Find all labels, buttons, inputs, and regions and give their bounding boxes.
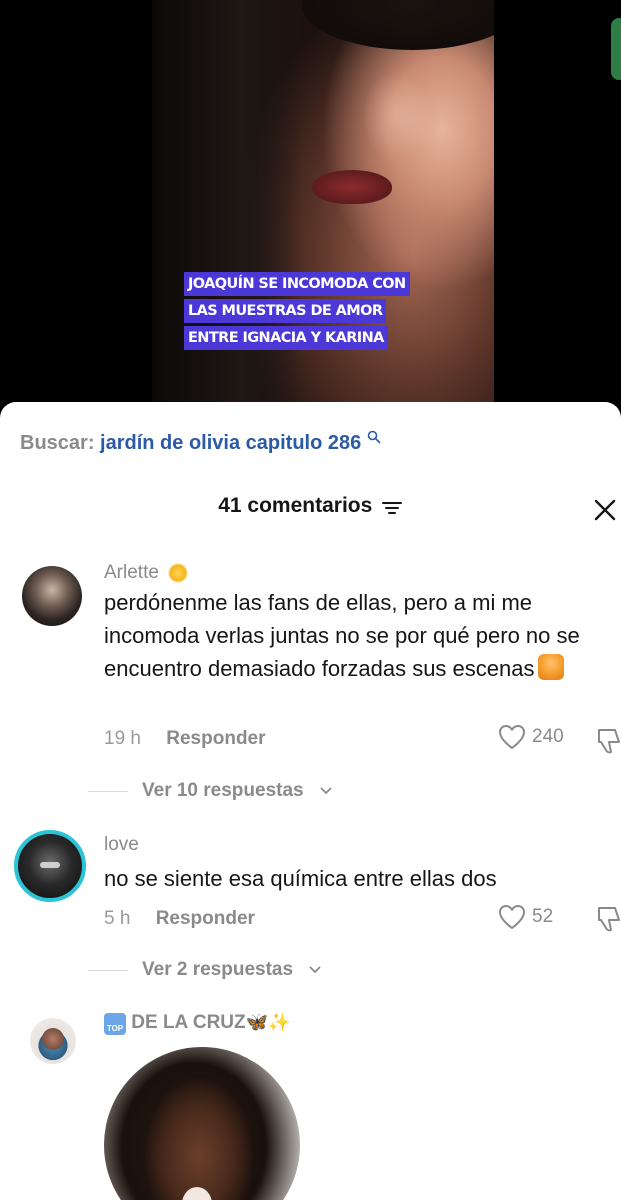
side-panel-tab[interactable] — [611, 18, 621, 80]
reply-button[interactable]: Responder — [166, 728, 265, 749]
comment-username[interactable]: Arlette — [104, 562, 189, 584]
comments-count: 41 comentarios — [218, 494, 373, 517]
video-player[interactable]: JOAQUÍN SE INCOMODA CON LAS MUESTRAS DE … — [0, 0, 621, 420]
divider — [88, 790, 128, 792]
video-face-highlight — [362, 70, 432, 160]
avatar-face — [42, 1028, 64, 1050]
like-button[interactable]: 240 — [498, 724, 564, 750]
person-shrugging-emoji-icon — [538, 654, 565, 680]
search-icon[interactable] — [367, 430, 381, 444]
comment-time: 5 h — [104, 908, 131, 929]
butterfly-emoji-icon: 🦋 — [245, 1012, 269, 1032]
caption-line-3: ENTRE IGNACIA Y KARINA — [184, 326, 388, 350]
dislike-icon[interactable] — [595, 904, 621, 934]
like-count: 240 — [532, 726, 564, 747]
divider — [88, 969, 128, 971]
search-query-link[interactable]: jardín de olivia capitulo 286 — [100, 432, 361, 454]
heart-icon[interactable] — [498, 904, 526, 930]
video-hair-top — [302, 0, 494, 50]
close-icon[interactable] — [593, 498, 619, 524]
video-hair-shadow — [152, 0, 302, 420]
sort-lines-icon[interactable] — [381, 499, 403, 517]
avatar[interactable] — [30, 1018, 76, 1064]
view-replies[interactable]: Ver 10 respuestas — [88, 780, 621, 802]
related-search[interactable]: Buscar: jardín de olivia capitulo 286 — [20, 430, 381, 455]
sparkles-emoji-icon: ✨ — [268, 1012, 291, 1032]
comment-time: 19 h — [104, 728, 141, 749]
comment-meta: 19 h Responder — [104, 728, 266, 750]
chevron-down-icon[interactable] — [318, 785, 334, 797]
dislike-icon[interactable] — [595, 726, 621, 756]
search-label: Buscar: — [20, 432, 95, 454]
chevron-down-icon[interactable] — [307, 964, 323, 976]
comment-username[interactable]: TOP DE LA CRUZ🦋✨ — [104, 1012, 290, 1035]
like-count: 52 — [532, 906, 554, 927]
gif-detail — [182, 1187, 212, 1200]
reply-button[interactable]: Responder — [156, 908, 255, 929]
caption-line-2: LAS MUESTRAS DE AMOR — [184, 299, 387, 323]
heart-icon[interactable] — [498, 724, 526, 750]
avatar-detail — [40, 862, 60, 868]
gif-reaction[interactable] — [104, 1047, 300, 1200]
view-replies-label[interactable]: Ver 2 respuestas — [142, 959, 293, 981]
like-button[interactable]: 52 — [498, 904, 553, 930]
comment-username[interactable]: love — [104, 834, 139, 856]
comment-meta: 5 h Responder — [104, 908, 255, 930]
video-lips — [312, 170, 392, 204]
comment-text: perdónenme las fans de ellas, pero a mi … — [104, 586, 614, 685]
view-replies-label[interactable]: Ver 10 respuestas — [142, 780, 304, 802]
avatar[interactable] — [22, 566, 82, 626]
username-text[interactable]: Arlette — [104, 562, 159, 583]
video-frame — [152, 0, 494, 420]
username-text[interactable]: DE LA CRUZ — [131, 1012, 245, 1033]
view-replies[interactable]: Ver 2 respuestas — [88, 959, 621, 981]
comments-sheet: Buscar: jardín de olivia capitulo 286 41… — [0, 402, 621, 1200]
caption-line-1: JOAQUÍN SE INCOMODA CON — [184, 272, 410, 296]
comment-body: perdónenme las fans de ellas, pero a mi … — [104, 590, 580, 681]
comment-text: no se siente esa química entre ellas dos — [104, 866, 497, 891]
avatar-story-ring[interactable] — [14, 830, 86, 902]
top-badge-text: TOP — [106, 1024, 124, 1033]
video-caption: JOAQUÍN SE INCOMODA CON LAS MUESTRAS DE … — [184, 272, 410, 350]
top-arrow-icon: TOP — [104, 1013, 126, 1035]
sun-emoji-icon — [168, 562, 189, 583]
comments-header: 41 comentarios — [0, 494, 621, 518]
